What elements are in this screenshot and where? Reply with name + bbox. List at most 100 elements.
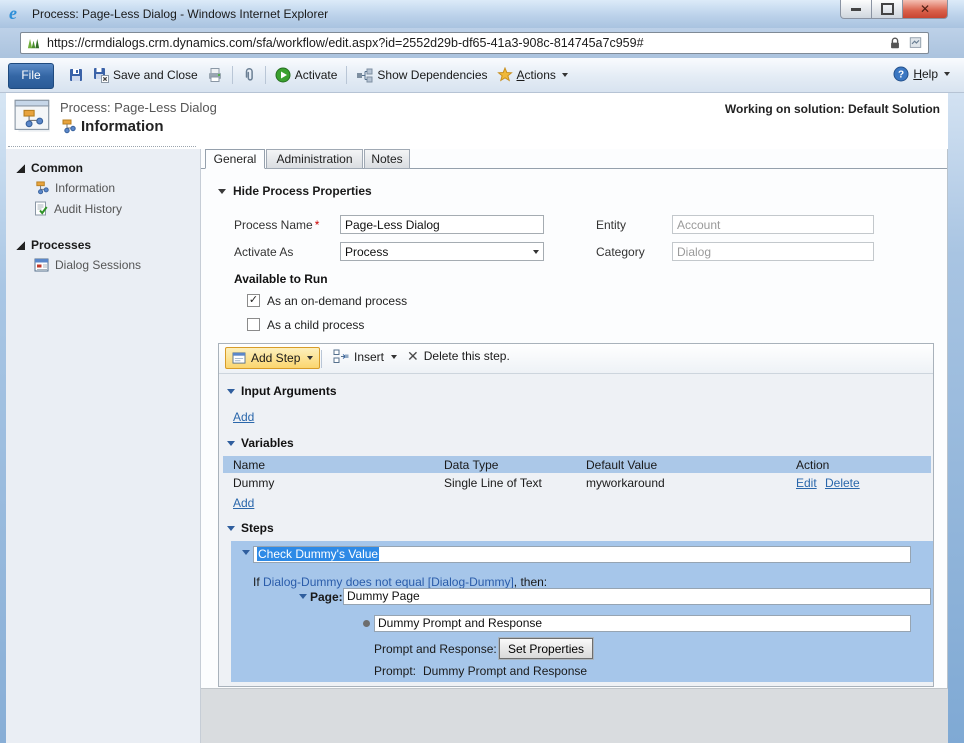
content-gutter bbox=[201, 688, 948, 743]
close-icon: ✕ bbox=[920, 2, 930, 16]
dialog-sessions-icon bbox=[34, 258, 49, 272]
add-step-button[interactable]: Add Step bbox=[225, 347, 320, 369]
step-name-input[interactable]: Check Dummy's Value bbox=[253, 546, 911, 563]
show-dependencies-icon bbox=[356, 68, 373, 83]
help-icon: ? bbox=[893, 66, 909, 82]
lock-icon bbox=[888, 36, 902, 50]
close-button[interactable]: ✕ bbox=[902, 0, 948, 19]
actions-button[interactable]: Actions bbox=[497, 67, 568, 83]
chevron-down-icon bbox=[391, 355, 397, 359]
page-title: Information bbox=[81, 118, 164, 135]
child-process-checkbox[interactable] bbox=[247, 318, 260, 331]
column-header: Name bbox=[233, 458, 265, 472]
prompt-name-input[interactable]: Dummy Prompt and Response bbox=[374, 615, 911, 632]
tab-administration[interactable]: Administration bbox=[266, 149, 363, 169]
page-expand-triangle-icon[interactable] bbox=[299, 594, 307, 599]
add-variable-link[interactable]: Add bbox=[233, 496, 254, 510]
main-content: General Administration Notes Hide Proces… bbox=[201, 149, 948, 688]
save-and-close-button[interactable]: Save and Close bbox=[93, 67, 198, 83]
delete-x-icon: ✕ bbox=[407, 349, 419, 363]
prompt-response-label: Prompt and Response: bbox=[374, 642, 497, 656]
variables-header-row: Name Data Type Default Value Action bbox=[223, 456, 931, 473]
required-asterisk: * bbox=[315, 218, 320, 232]
column-header: Default Value bbox=[586, 458, 657, 472]
actions-icon bbox=[497, 67, 513, 83]
tab-notes[interactable]: Notes bbox=[364, 149, 410, 169]
sidebar-item-audit-history[interactable]: Audit History bbox=[34, 201, 200, 216]
tab-bar: General Administration Notes bbox=[201, 149, 947, 169]
sidebar-group-processes[interactable]: Processes bbox=[16, 238, 200, 252]
variable-data-type: Single Line of Text bbox=[444, 476, 542, 490]
separator bbox=[346, 66, 347, 84]
delete-step-button[interactable]: ✕ Delete this step. bbox=[407, 349, 510, 363]
process-name-input[interactable]: Page-Less Dialog bbox=[340, 215, 544, 234]
add-step-icon bbox=[232, 352, 246, 364]
column-header: Action bbox=[796, 458, 829, 472]
collapse-triangle-icon bbox=[227, 389, 235, 394]
print-button[interactable] bbox=[207, 67, 223, 83]
ie-window: e Process: Page-Less Dialog - Windows In… bbox=[0, 0, 964, 743]
paperclip-icon bbox=[242, 67, 256, 83]
condition-row: If Dialog-Dummy does not equal [Dialog-D… bbox=[253, 575, 547, 589]
window-controls: ✕ bbox=[840, 0, 948, 19]
prompt-label: Prompt: bbox=[374, 664, 416, 678]
tab-general[interactable]: General bbox=[205, 149, 265, 169]
sidebar-item-information[interactable]: Information bbox=[34, 181, 200, 195]
delete-variable-link[interactable]: Delete bbox=[825, 476, 860, 490]
steps-section[interactable]: Steps bbox=[227, 521, 274, 535]
hide-process-properties-toggle[interactable]: Hide Process Properties bbox=[218, 184, 372, 198]
save-icon bbox=[68, 67, 84, 83]
category-input: Dialog bbox=[672, 242, 874, 261]
add-input-argument-link[interactable]: Add bbox=[233, 410, 254, 424]
window-border-right[interactable] bbox=[947, 92, 964, 743]
step-expand-triangle-icon[interactable] bbox=[242, 550, 250, 555]
working-on-solution: Working on solution: Default Solution bbox=[725, 102, 940, 116]
step-editor: Add Step Insert ✕ bbox=[218, 343, 934, 687]
show-dependencies-button[interactable]: Show Dependencies bbox=[356, 68, 487, 83]
condition-link[interactable]: Dialog-Dummy does not equal [Dialog-Dumm… bbox=[263, 575, 514, 589]
help-button[interactable]: ? Help bbox=[893, 66, 950, 82]
window-title: Process: Page-Less Dialog - Windows Inte… bbox=[32, 7, 328, 21]
file-button[interactable]: File bbox=[8, 63, 54, 89]
svg-text:?: ? bbox=[898, 70, 904, 81]
step-toolbar: Add Step Insert ✕ bbox=[219, 344, 933, 374]
minimize-button[interactable] bbox=[840, 0, 872, 19]
chevron-down-icon bbox=[307, 356, 313, 360]
sidebar-group-common[interactable]: Common bbox=[16, 161, 200, 175]
maximize-button[interactable] bbox=[872, 0, 902, 19]
information-icon bbox=[34, 181, 49, 195]
insert-icon bbox=[333, 349, 349, 364]
input-arguments-section[interactable]: Input Arguments bbox=[227, 384, 337, 398]
variables-section[interactable]: Variables bbox=[227, 436, 294, 450]
address-input[interactable]: https://crmdialogs.crm.dynamics.com/sfa/… bbox=[20, 32, 929, 54]
column-header: Data Type bbox=[444, 458, 498, 472]
on-demand-process-label: As an on-demand process bbox=[267, 294, 407, 308]
attach-button[interactable] bbox=[242, 67, 256, 83]
save-button[interactable] bbox=[68, 67, 84, 83]
on-demand-process-checkbox[interactable]: ✓ bbox=[247, 294, 260, 307]
url-text: https://crmdialogs.crm.dynamics.com/sfa/… bbox=[47, 36, 882, 50]
collapse-triangle-icon bbox=[16, 241, 25, 250]
prompt-bullet-icon bbox=[363, 620, 370, 627]
category-label: Category bbox=[596, 245, 645, 259]
page-name-input[interactable]: Dummy Page bbox=[343, 588, 931, 605]
ie-logo-icon: e bbox=[9, 3, 17, 24]
selected-step[interactable]: Check Dummy's Value If Dialog-Dummy does… bbox=[231, 541, 933, 682]
process-breadcrumb: Process: Page-Less Dialog bbox=[60, 100, 217, 115]
variable-default-value: myworkaround bbox=[586, 476, 665, 490]
variable-row: Dummy Single Line of Text myworkaround E… bbox=[223, 474, 931, 492]
activate-as-select[interactable]: Process bbox=[340, 242, 544, 261]
chevron-down-icon bbox=[533, 250, 539, 254]
insert-button[interactable]: Insert bbox=[333, 349, 397, 364]
minimize-icon bbox=[851, 8, 861, 11]
sidebar-item-dialog-sessions[interactable]: Dialog Sessions bbox=[34, 258, 200, 272]
edit-variable-link[interactable]: Edit bbox=[796, 476, 817, 490]
set-properties-button[interactable]: Set Properties bbox=[499, 638, 593, 659]
information-icon bbox=[60, 119, 76, 134]
separator bbox=[321, 350, 322, 368]
activate-button[interactable]: Activate bbox=[275, 67, 338, 83]
chevron-down-icon bbox=[562, 73, 568, 77]
compatibility-view-icon[interactable] bbox=[908, 36, 923, 50]
print-icon bbox=[207, 67, 223, 83]
variable-name: Dummy bbox=[233, 476, 274, 490]
